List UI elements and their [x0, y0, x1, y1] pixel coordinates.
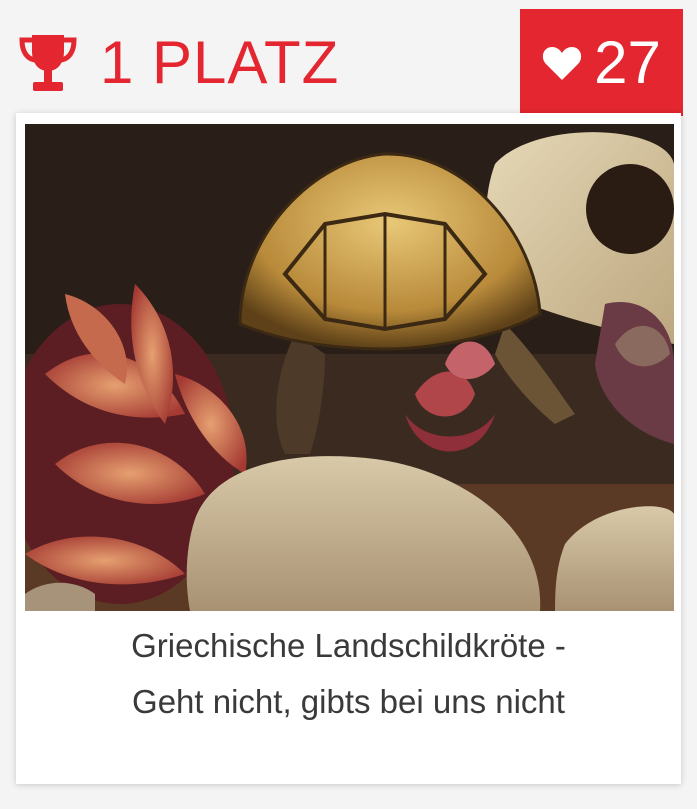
entry-header: 1 PLATZ 27: [0, 0, 697, 116]
caption-line-2: Geht nicht, gibts bei uns nicht: [132, 683, 565, 720]
rank-badge: 1 PLATZ: [18, 28, 339, 98]
tortoise-photo[interactable]: [25, 124, 674, 611]
trophy-icon: [18, 31, 78, 95]
rank-label: 1 PLATZ: [100, 29, 340, 96]
heart-icon: [542, 45, 594, 81]
entry-caption: Griechische Landschildkröte - Geht nicht…: [16, 618, 681, 730]
like-count: 27: [594, 28, 661, 96]
like-button[interactable]: 27: [520, 9, 683, 116]
entry-card[interactable]: Griechische Landschildkröte - Geht nicht…: [16, 113, 681, 784]
caption-line-1: Griechische Landschildkröte -: [131, 627, 566, 664]
